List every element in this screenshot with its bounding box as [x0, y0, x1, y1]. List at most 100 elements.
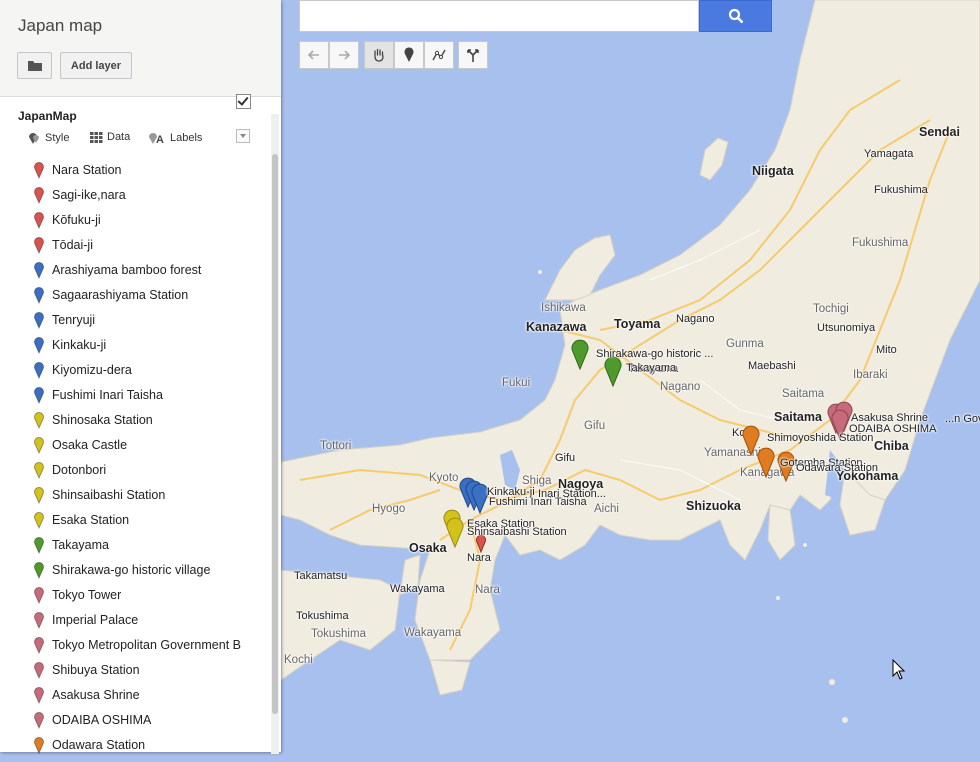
feature-list-item[interactable]: Odawara Station: [0, 734, 270, 759]
feature-list-item[interactable]: Shinosaka Station: [0, 409, 270, 434]
layer-options-dropdown[interactable]: [236, 129, 250, 143]
add-marker-button[interactable]: [394, 41, 424, 69]
marker-pin-icon: [34, 737, 44, 754]
feature-label: Kinkaku-ji: [52, 338, 107, 352]
redo-button[interactable]: [329, 41, 359, 69]
folder-icon: [27, 61, 42, 71]
marker-pin-icon: [34, 312, 44, 329]
map-label-sendai: Sendai: [919, 125, 960, 139]
feature-list-item[interactable]: Dotonbori: [0, 459, 270, 484]
map-label-saitama: Saitama: [774, 410, 822, 424]
map-label-nagano-pref: Nagano: [660, 381, 701, 393]
data-table-icon: [90, 131, 103, 143]
feature-list-item[interactable]: Asakusa Shrine: [0, 684, 270, 709]
scrollbar-thumb[interactable]: [272, 154, 278, 714]
feature-list-item[interactable]: Fushimi Inari Taisha: [0, 384, 270, 409]
feature-list-item[interactable]: Kinkaku-ji: [0, 334, 270, 359]
map-title[interactable]: Japan map: [18, 16, 102, 36]
map-label-ibaraki: Ibaraki: [853, 369, 888, 381]
feature-label: Asakusa Shrine: [52, 688, 140, 702]
feature-list-item[interactable]: Shinsaibashi Station: [0, 484, 270, 509]
layer-header: JapanMap: [0, 94, 281, 127]
feature-list-item[interactable]: Tokyo Tower: [0, 584, 270, 609]
marker-pin-icon: [34, 162, 44, 179]
map-marker-gotemba[interactable]: [756, 446, 776, 478]
style-pin-icon: [29, 133, 39, 144]
feature-list-item[interactable]: Nara Station: [0, 159, 270, 184]
feature-list-item[interactable]: ODAIBA OSHIMA: [0, 709, 270, 734]
map-label-kochi: Kochi: [284, 654, 313, 666]
feature-list-item[interactable]: Kiyomizu-dera: [0, 359, 270, 384]
layer-tools: Style Data A Labels: [0, 127, 281, 149]
map-label-fukui: Fukui: [502, 377, 531, 389]
panel-header: Japan map Add layer: [0, 0, 281, 97]
feature-list: Nara Station Sagi-ike,nara Kōfuku-ji Tōdai-…: [0, 159, 270, 759]
feature-list-item[interactable]: Sagi-ike,nara: [0, 184, 270, 209]
feature-list-item[interactable]: Esaka Station: [0, 509, 270, 534]
map-label-wakayama-city: Wakayama: [390, 583, 445, 595]
search-input[interactable]: [299, 0, 699, 32]
marker-pin-icon: [34, 712, 44, 729]
feature-list-item[interactable]: Tenryuji: [0, 309, 270, 334]
map-label-fukushima-city: Fukushima: [874, 184, 928, 196]
feature-list-item[interactable]: Shirakawa-go historic village: [0, 559, 270, 584]
map-label-yamagata: Yamagata: [864, 148, 914, 160]
layer-visibility-checkbox[interactable]: [236, 94, 251, 109]
feature-list-item[interactable]: Sagaarashiyama Station: [0, 284, 270, 309]
labels-icon: A: [149, 133, 164, 145]
directions-button[interactable]: [458, 41, 488, 69]
hand-tool-button[interactable]: [364, 41, 394, 69]
draw-line-button[interactable]: [424, 41, 454, 69]
feature-label: Shinsaibashi Station: [52, 488, 166, 502]
marker-pin-icon: [34, 337, 44, 354]
feature-list-item[interactable]: Tōdai-ji: [0, 234, 270, 259]
feature-label: Shirakawa-go historic village: [52, 563, 211, 577]
map-label-tottori: Tottori: [320, 440, 352, 452]
style-button[interactable]: Style: [27, 131, 69, 145]
feature-label: Nara Station: [52, 163, 122, 177]
feature-label: Tokyo Tower: [52, 588, 122, 602]
feature-label: Shinosaka Station: [52, 413, 153, 427]
panel-scrollbar[interactable]: [271, 114, 279, 754]
search-button[interactable]: [699, 0, 772, 32]
data-button[interactable]: Data: [90, 131, 130, 143]
undo-button[interactable]: [299, 41, 329, 69]
feature-list-item[interactable]: Osaka Castle: [0, 434, 270, 459]
map-label-osaka: Osaka: [409, 541, 447, 555]
draw-line-icon: [432, 49, 446, 61]
feature-label: Takayama: [52, 538, 109, 552]
map-marker-shirakawa[interactable]: [570, 338, 590, 370]
hand-icon: [374, 48, 384, 62]
map-label-gifu: Gifu: [555, 452, 576, 464]
feature-list-item[interactable]: Kōfuku-ji: [0, 209, 270, 234]
feature-list-item[interactable]: Takayama: [0, 534, 270, 559]
add-layer-button[interactable]: Add layer: [60, 52, 132, 79]
map-label-saitama-pref: Saitama: [782, 388, 825, 400]
feature-list-item[interactable]: Shibuya Station: [0, 659, 270, 684]
labels-label: Labels: [170, 132, 203, 144]
open-folder-button[interactable]: [17, 52, 52, 79]
map-marker-osaka-2[interactable]: [445, 516, 465, 548]
map-label-nagano-city: Nagano: [676, 313, 715, 325]
marker-pin-icon: [34, 587, 44, 604]
marker-pin-icon: [34, 212, 44, 229]
marker-pin-icon: [34, 387, 44, 404]
layer-name[interactable]: JapanMap: [18, 109, 77, 123]
marker-pin-icon: [34, 512, 44, 529]
feature-label: ODAIBA OSHIMA: [52, 713, 152, 727]
feature-list-item[interactable]: Imperial Palace: [0, 609, 270, 634]
feature-list-item[interactable]: Tokyo Metropolitan Government B: [0, 634, 270, 659]
labels-button[interactable]: A Labels: [148, 131, 202, 145]
map-label-tochigi: Tochigi: [813, 303, 849, 315]
feature-list-item[interactable]: Arashiyama bamboo forest: [0, 259, 270, 284]
data-label: Data: [107, 131, 131, 143]
marker-pin-icon: [34, 287, 44, 304]
map-label-shizuoka: Shizuoka: [686, 499, 741, 513]
svg-text:A: A: [156, 134, 164, 145]
map-marker-label-tokyo-gov: ...n Gov.: [945, 413, 980, 425]
map-marker-label-shimoyoshida: Shimoyoshida Station: [767, 432, 874, 444]
feature-label: Sagaarashiyama Station: [52, 288, 189, 302]
map-label-toyama: Toyama: [614, 317, 661, 331]
marker-pin-icon: [34, 262, 44, 279]
map-label-wakayama-pref: Wakayama: [404, 627, 462, 639]
